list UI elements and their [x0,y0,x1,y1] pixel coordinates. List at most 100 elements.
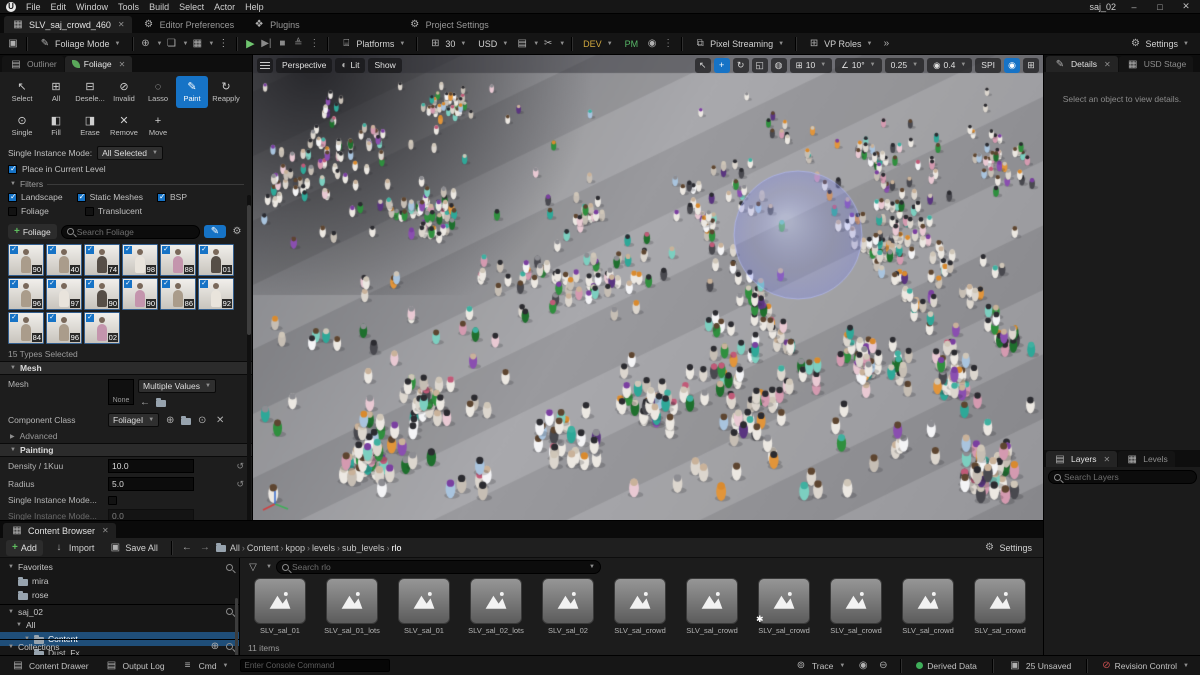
breadcrumb-item[interactable]: levels [312,543,335,553]
foliage-type-thumb[interactable]: ✓88 [160,244,196,276]
unreal-logo-icon[interactable]: U [6,2,16,12]
content-settings-dropdown[interactable]: ⚙ Settings [977,539,1037,557]
close-tab-icon[interactable]: ✕ [1104,60,1111,69]
pixel-streaming-dropdown[interactable]: ⧉ Pixel Streaming ▼ [688,35,789,53]
download-icon[interactable]: ⊖ [876,659,890,672]
play-button[interactable]: ▶ [243,37,257,50]
tool-erase[interactable]: ◨Erase [74,110,106,142]
asset-tile[interactable]: SLV_sal_02_lots [464,578,528,635]
foliage-type-thumb[interactable]: ✓92 [198,278,234,310]
perspective-dropdown[interactable]: Perspective [276,58,332,73]
asset-tile[interactable]: SLV_sal_02 [536,578,600,635]
vp-roles-dropdown[interactable]: ⊞ VP Roles ▼ [802,35,877,53]
breadcrumb-root[interactable]: All [230,543,240,553]
trace-button[interactable]: ⊚ Trace ▼ [789,658,850,674]
console-command-input[interactable] [240,659,390,672]
platforms-dropdown[interactable]: ⌸ Platforms ▼ [334,35,410,53]
mesh-value-dropdown[interactable]: Multiple Values ▼ [138,379,216,393]
tool-select-all[interactable]: ⊞All [40,76,72,108]
menu-file[interactable]: File [26,2,41,12]
foliage-search-input[interactable] [77,227,194,237]
use-selected-icon[interactable]: ← [138,396,152,409]
skip-button[interactable]: ▶| [259,37,273,50]
filter-icon[interactable]: ▽ [246,561,260,574]
asset-tile[interactable]: SLV_sal_crowd [608,578,672,635]
add-foliage-button[interactable]: + Foliage [8,224,57,239]
tree-scrollbar[interactable] [235,598,238,658]
tab-usd-stage[interactable]: ▦ USD Stage [1119,56,1194,72]
lit-dropdown[interactable]: ◐ Lit [335,58,365,73]
checkbox-icon[interactable]: ✓ [86,314,94,322]
add-actor-icon[interactable]: ⊕ [139,37,153,50]
checkbox-icon[interactable]: ✓ [86,246,94,254]
save-all-button[interactable]: ▣ Save All [103,539,163,557]
checkbox-icon[interactable]: ✓ [200,246,208,254]
tab-outliner[interactable]: ▤ Outliner [2,56,64,72]
record-icon[interactable]: ◉ [856,659,870,672]
foliage-type-thumb[interactable]: ✓96 [8,278,44,310]
tool-lasso[interactable]: ◌Lasso [142,76,174,108]
asset-tile[interactable]: ✱SLV_sal_crowd [752,578,816,635]
use-selected-icon[interactable]: ⊕ [163,414,177,427]
scale-tool-icon[interactable]: ◱ [752,58,768,73]
show-dropdown[interactable]: Show [368,58,401,73]
asset-tile[interactable]: SLV_sal_crowd [968,578,1032,635]
foliage-type-thumb[interactable]: ✓74 [84,244,120,276]
scale-snap-dropdown[interactable]: 0.25 ▼ [885,58,925,73]
usd-dropdown[interactable]: USD ▼ [473,35,513,53]
search-icon[interactable] [226,643,233,650]
tree-item-all[interactable]: ▼ All [0,618,239,632]
world-local-toggle-icon[interactable]: ◍ [771,58,787,73]
rotate-tool-icon[interactable]: ↻ [733,58,749,73]
foliage-type-thumb[interactable]: ✓97 [46,278,82,310]
tool-single[interactable]: ⊙Single [6,110,38,142]
filter-landscape-checkbox[interactable] [8,193,17,202]
tool-fill[interactable]: ◧Fill [40,110,72,142]
viewport-canvas[interactable] [253,55,1043,520]
foliage-type-thumb[interactable]: ✓40 [46,244,82,276]
menu-tools[interactable]: Tools [118,2,139,12]
tab-plugins[interactable]: ❖ Plugins [244,16,308,33]
fx-tool-icon[interactable]: ✂ [541,37,555,50]
rotation-snap-dropdown[interactable]: ∠ 10° ▼ [835,58,881,73]
component-class-dropdown[interactable]: FoliageI ▼ [108,413,159,427]
tab-foliage[interactable]: Foliage ✕ [65,56,133,72]
close-tab-icon[interactable]: ✕ [119,60,126,69]
checkbox-icon[interactable]: ✓ [48,280,56,288]
menu-window[interactable]: Window [76,2,108,12]
tool-remove[interactable]: ✕Remove [108,110,140,142]
foliage-type-thumb[interactable]: ✓86 [160,278,196,310]
chevron-right-icon[interactable]: ▶ [10,433,15,440]
eject-button[interactable]: ≜ [291,37,305,50]
toolbar-overflow-icon[interactable]: » [879,37,893,50]
menu-build[interactable]: Build [149,2,169,12]
breadcrumb-item[interactable]: Content [247,543,279,553]
gear-icon[interactable]: ⚙ [230,225,244,238]
viewport-options-icon[interactable] [257,58,273,73]
output-log-button[interactable]: ▤ Output Log [100,658,170,674]
save-icon[interactable]: ▣ [6,37,20,50]
collections-header[interactable]: ▼ Collections ⊕ [0,639,239,653]
favorites-header[interactable]: ▼ Favorites [0,560,239,574]
filter-foliage-checkbox[interactable] [8,207,17,216]
tool-select[interactable]: ↖Select [6,76,38,108]
settings-dropdown[interactable]: ⚙ Settings ▼ [1124,35,1194,53]
derived-data-button[interactable]: Derived Data [911,658,982,674]
maximize-button[interactable]: □ [1152,2,1168,12]
place-in-current-level-checkbox[interactable] [8,165,17,174]
asset-tab-slv-saj-crowd[interactable]: ▦ SLV_saj_crowd_460 ✕ [4,16,132,33]
tool-paint[interactable]: ✎Paint [176,76,208,108]
close-tab-icon[interactable]: ✕ [102,526,109,535]
add-button[interactable]: + Add [6,540,43,556]
move-tool-icon[interactable]: + [714,58,730,73]
back-icon[interactable]: ← [180,541,194,554]
menu-edit[interactable]: Edit [51,2,67,12]
pick-icon[interactable]: ⊙ [195,414,209,427]
maximize-viewport-icon[interactable]: ⊞ [1023,58,1039,73]
checkbox-icon[interactable]: ✓ [10,314,18,322]
tool-invalid[interactable]: ⊘Invalid [108,76,140,108]
breadcrumb-item[interactable]: sub_levels [342,543,385,553]
tool-deselect[interactable]: ⊟Desele... [74,76,106,108]
clear-icon[interactable]: ✕ [213,414,227,427]
filter-bsp-checkbox[interactable] [157,193,166,202]
